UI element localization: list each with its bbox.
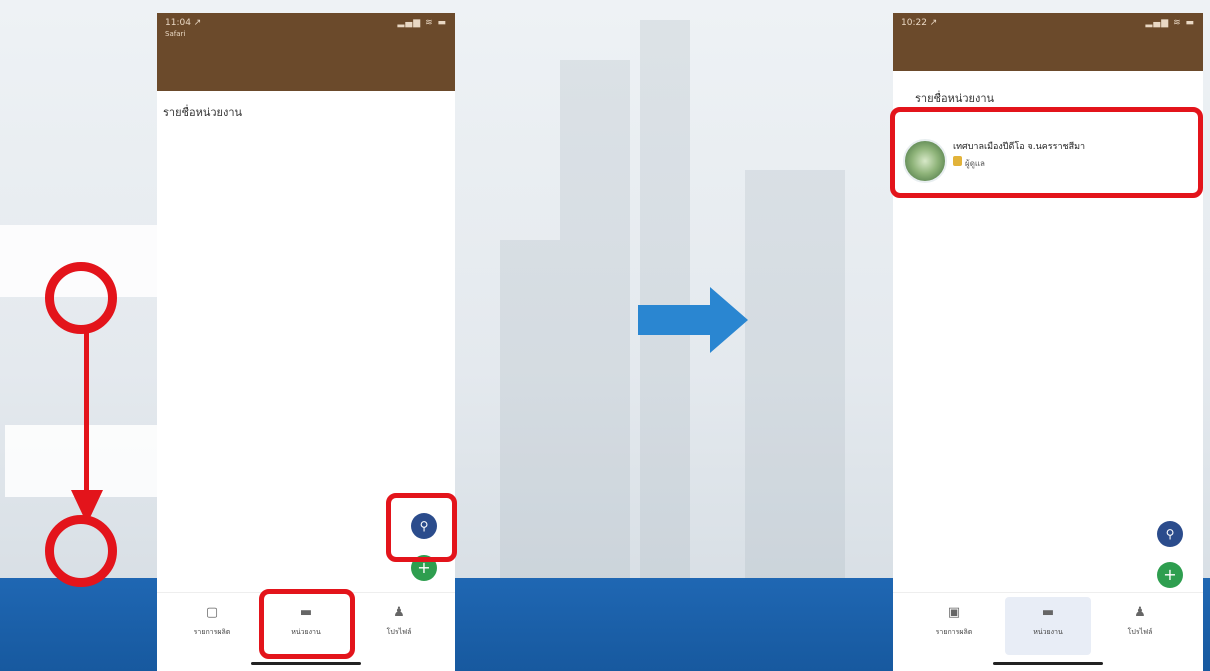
highlight-search-button [386, 493, 457, 562]
phone-screen-before: 11:04 ↗ Safari ▂▄▆ ≋ ▬ รายชื่อหน่วยงาน ⚲… [157, 13, 455, 671]
swipe-end-circle [45, 515, 117, 587]
nav-label: รายการผลิต [935, 628, 973, 636]
calendar-icon: ▣ [947, 605, 961, 620]
search-icon: ⚲ [1165, 527, 1175, 541]
status-time: 10:22 ↗ [901, 18, 938, 28]
nav-item-profile[interactable]: ♟ โปรไฟล์ [364, 605, 434, 638]
bottom-nav: ▣ รายการผลิต ▬ หน่วยงาน ♟ โปรไฟล์ [893, 592, 1203, 671]
next-step-arrow [638, 287, 748, 353]
background-building [500, 240, 560, 580]
folder-icon: ▬ [1041, 605, 1055, 620]
nav-item-agencies[interactable]: ▬ หน่วยงาน [1013, 605, 1083, 638]
home-indicator [251, 662, 361, 665]
status-icons: ▂▄▆ ≋ ▬ [1145, 18, 1195, 28]
status-time: 11:04 ↗ [165, 18, 202, 28]
nav-label: หน่วยงาน [1033, 628, 1063, 636]
add-fab-button[interactable]: + [1157, 562, 1183, 588]
status-icons: ▂▄▆ ≋ ▬ [397, 18, 447, 28]
background-building [745, 170, 845, 580]
nav-item-profile[interactable]: ♟ โปรไฟล์ [1105, 605, 1175, 638]
highlight-agency-item [890, 107, 1203, 198]
swipe-down-arrow-line [84, 330, 89, 500]
nav-label: รายการผลิต [193, 628, 231, 636]
nav-item-production[interactable]: ▣ รายการผลิต [919, 605, 989, 638]
nav-label: โปรไฟล์ [386, 628, 412, 636]
nav-label: โปรไฟล์ [1127, 628, 1153, 636]
calendar-icon: ▢ [205, 605, 219, 620]
status-back-label: Safari [165, 30, 186, 38]
search-fab-button[interactable]: ⚲ [1157, 521, 1183, 547]
swipe-start-circle [45, 262, 117, 334]
plus-icon: + [1163, 565, 1177, 584]
background-building [560, 60, 630, 580]
user-icon: ♟ [393, 605, 405, 620]
user-icon: ♟ [1134, 605, 1146, 620]
section-title: รายชื่อหน่วยงาน [163, 106, 243, 119]
highlight-agencies-tab [259, 589, 355, 659]
status-bar: 10:22 ↗ ▂▄▆ ≋ ▬ [893, 13, 1203, 71]
nav-item-production[interactable]: ▢ รายการผลิต [177, 605, 247, 638]
status-bar: 11:04 ↗ Safari ▂▄▆ ≋ ▬ [157, 13, 455, 91]
home-indicator [993, 662, 1103, 665]
section-title: รายชื่อหน่วยงาน [915, 92, 995, 105]
